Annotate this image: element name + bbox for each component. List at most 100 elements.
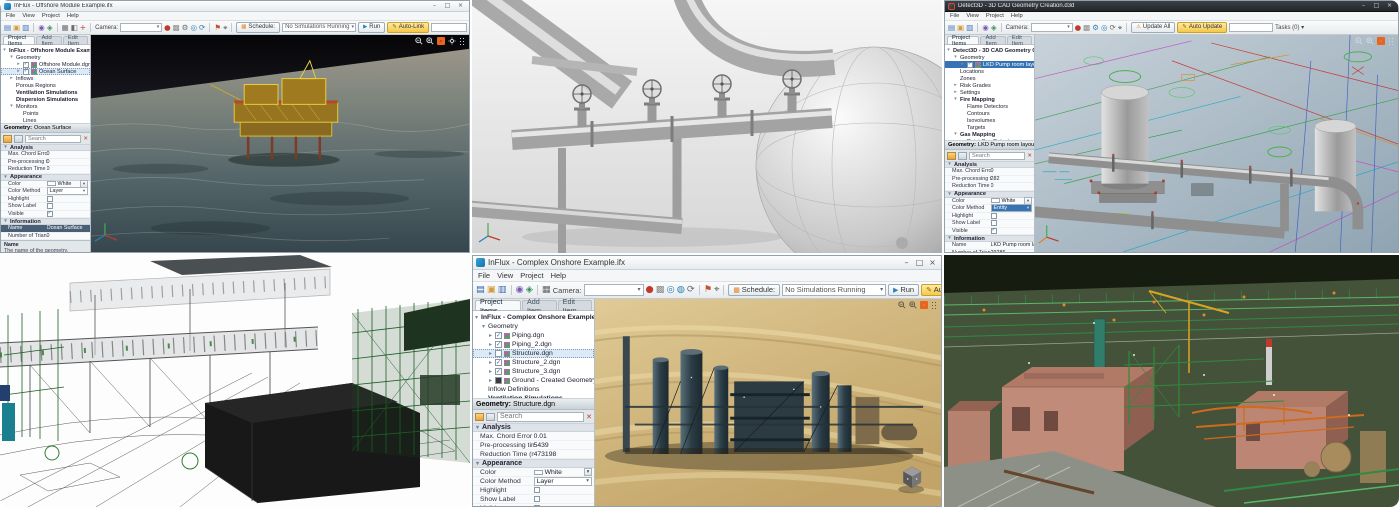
checkbox[interactable]: ✓ bbox=[23, 69, 29, 75]
search-input[interactable] bbox=[497, 412, 584, 422]
new-icon[interactable]: ▤ bbox=[948, 24, 955, 32]
layers-icon[interactable] bbox=[486, 413, 495, 421]
save-icon[interactable]: ▥ bbox=[966, 24, 973, 32]
expander-icon[interactable]: ▾ bbox=[953, 132, 958, 137]
pick-icon[interactable]: ⌖ bbox=[1118, 24, 1122, 32]
clear-search-icon[interactable]: ✕ bbox=[1027, 153, 1032, 159]
tree-item[interactable]: ▾Monitors bbox=[1, 103, 90, 110]
checkbox[interactable] bbox=[534, 487, 540, 493]
menu-help[interactable]: Help bbox=[1011, 13, 1023, 19]
camera-combo[interactable]: ▾ bbox=[1031, 23, 1073, 32]
focus-icon[interactable]: ◎ bbox=[190, 24, 197, 32]
save-icon[interactable]: ▥ bbox=[498, 285, 507, 294]
camera-combo[interactable]: ▾ bbox=[120, 23, 162, 32]
grid-icon[interactable]: ▦ bbox=[62, 24, 69, 32]
menu-view[interactable]: View bbox=[497, 271, 513, 280]
checkbox[interactable] bbox=[991, 213, 997, 219]
layers-icon[interactable] bbox=[958, 152, 967, 160]
task-field[interactable] bbox=[431, 23, 467, 32]
flag-icon[interactable]: ⚑ bbox=[704, 285, 712, 294]
zoom-in-icon[interactable] bbox=[909, 301, 917, 309]
search-input[interactable] bbox=[25, 135, 81, 143]
color-swatch[interactable] bbox=[534, 470, 543, 475]
open-icon[interactable]: ▣ bbox=[487, 285, 496, 294]
tree-item[interactable]: Locations bbox=[945, 68, 1034, 75]
viewport-3d-onshore[interactable] bbox=[595, 299, 941, 506]
maximize-button[interactable]: □ bbox=[914, 259, 925, 267]
expander-icon[interactable]: ▸ bbox=[9, 76, 14, 81]
auto-link-button[interactable]: ✎Auto-Link bbox=[921, 284, 941, 297]
section-header[interactable]: ▾Information bbox=[1, 218, 90, 225]
tree-item[interactable]: ▸✓Ocean Surface bbox=[1, 68, 90, 75]
menu-file[interactable]: File bbox=[950, 13, 959, 19]
focus-icon[interactable]: ◎ bbox=[1101, 24, 1108, 32]
dropdown[interactable]: Layer▾ bbox=[47, 187, 88, 195]
tab-project-items[interactable]: Project Items bbox=[3, 36, 35, 44]
refresh-icon[interactable]: ⟳ bbox=[199, 24, 205, 32]
expander-icon[interactable]: ▸ bbox=[953, 83, 958, 88]
tree-item[interactable]: Inflow Definitions bbox=[473, 385, 594, 394]
schedule-button[interactable]: ▦Schedule: bbox=[728, 284, 780, 297]
tab-project-items[interactable]: Project Items bbox=[947, 36, 979, 44]
tree-item[interactable]: ▸Structure.dgn bbox=[473, 349, 594, 358]
tree-item[interactable]: Lines bbox=[1, 117, 90, 124]
tree-item[interactable]: ▾Detect3D - 3D CAD Geometry Creation bbox=[945, 47, 1034, 54]
open-icon[interactable]: ▣ bbox=[957, 24, 964, 32]
color-swatch[interactable] bbox=[991, 198, 1000, 203]
zoom-in-icon[interactable] bbox=[1366, 37, 1374, 45]
new-icon[interactable]: ▤ bbox=[4, 24, 11, 32]
tree-item[interactable]: Isovolumes bbox=[945, 117, 1034, 124]
close-button[interactable]: × bbox=[1384, 3, 1395, 9]
menu-view[interactable]: View bbox=[22, 13, 34, 19]
expander-icon[interactable]: ▾ bbox=[2, 48, 7, 53]
menu-file[interactable]: File bbox=[6, 13, 15, 19]
chevron-down-icon[interactable]: ▾ bbox=[584, 468, 592, 476]
checkbox[interactable]: ✓ bbox=[495, 341, 502, 348]
checkbox[interactable] bbox=[534, 496, 540, 502]
viewport-3d-offshore[interactable] bbox=[91, 35, 469, 252]
schedule-button[interactable]: ▦Schedule: bbox=[236, 22, 280, 32]
record-icon[interactable]: ● bbox=[1075, 24, 1082, 32]
tree-item[interactable]: Porous Regions bbox=[1, 82, 90, 89]
settings-icon[interactable]: ⚙ bbox=[182, 24, 189, 32]
menu-project[interactable]: Project bbox=[986, 13, 1004, 19]
checkbox[interactable]: ✓ bbox=[47, 211, 53, 217]
filter-icon[interactable] bbox=[947, 152, 956, 160]
checkbox[interactable] bbox=[534, 505, 540, 506]
clear-search-icon[interactable]: ✕ bbox=[83, 136, 88, 142]
layers-icon[interactable] bbox=[14, 135, 23, 143]
tab-edit-item[interactable]: Edit Item bbox=[558, 300, 592, 310]
tab-edit-item[interactable]: Edit Item bbox=[63, 36, 88, 44]
zoom-out-icon[interactable] bbox=[1355, 37, 1363, 45]
record-icon[interactable]: ● bbox=[646, 285, 654, 294]
tree-item[interactable]: ▾Geometry bbox=[473, 322, 594, 331]
camera-home-icon[interactable]: ◉ bbox=[516, 285, 524, 294]
checkbox[interactable] bbox=[495, 350, 502, 357]
wireframe-plant-scene[interactable] bbox=[0, 255, 470, 507]
checkbox[interactable]: ✓ bbox=[991, 228, 997, 234]
record-icon[interactable]: ● bbox=[164, 24, 171, 32]
section-header[interactable]: ▾Analysis bbox=[945, 161, 1034, 168]
expander-icon[interactable]: ▸ bbox=[488, 351, 493, 357]
camera-home-icon[interactable]: ◉ bbox=[982, 24, 989, 32]
zoom-out-icon[interactable] bbox=[415, 37, 423, 45]
tree-item[interactable]: Contours bbox=[945, 110, 1034, 117]
clear-search-icon[interactable]: ✕ bbox=[586, 413, 592, 421]
settings-icon[interactable]: ⚙ bbox=[1092, 24, 1099, 32]
checkbox[interactable] bbox=[991, 220, 997, 226]
screenshot-icon[interactable]: ▩ bbox=[656, 285, 665, 294]
checkbox[interactable]: ✓ bbox=[495, 368, 502, 375]
refresh-icon[interactable]: ⟳ bbox=[687, 285, 695, 294]
checkbox[interactable] bbox=[47, 203, 53, 209]
tab-add-item[interactable]: Add Item bbox=[980, 36, 1005, 44]
expander-icon[interactable]: ▸ bbox=[16, 69, 21, 74]
tab-add-item[interactable]: Add Item bbox=[522, 300, 557, 310]
tree-item[interactable]: ▸Inflows bbox=[1, 75, 90, 82]
save-icon[interactable]: ▥ bbox=[22, 24, 29, 32]
tree-item[interactable]: ▾InFlux - Offshore Module Example bbox=[1, 47, 90, 54]
section-header[interactable]: ▾Analysis bbox=[473, 423, 594, 432]
open-icon[interactable]: ▣ bbox=[13, 24, 20, 32]
layout-grid-icon[interactable] bbox=[1377, 37, 1385, 45]
pick-icon[interactable]: ⌖ bbox=[223, 24, 227, 32]
update-all-button[interactable]: ⚠Update All bbox=[1131, 22, 1175, 32]
